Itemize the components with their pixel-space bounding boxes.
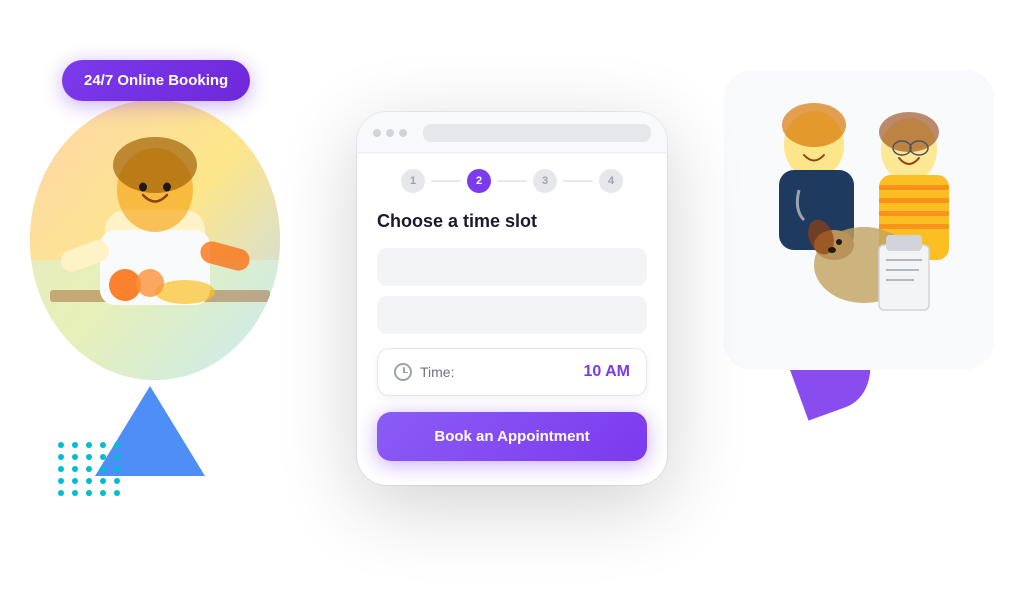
step-4: 4	[599, 169, 623, 193]
phone-dots	[373, 129, 407, 137]
step-line-1	[431, 180, 461, 182]
step-1: 1	[401, 169, 425, 193]
phone-mockup: 1 2 3 4 Choose a time slot Tim	[357, 112, 667, 485]
step-3: 3	[533, 169, 557, 193]
step-line-3	[563, 180, 593, 182]
clock-icon	[394, 363, 412, 381]
phone-content: Choose a time slot Time: 10 AM	[357, 203, 667, 396]
step-2: 2	[467, 169, 491, 193]
phone-dot-3	[399, 129, 407, 137]
time-display-box: Time: 10 AM	[377, 348, 647, 396]
photo-right	[724, 70, 994, 370]
choose-slot-title: Choose a time slot	[377, 211, 647, 232]
badge-label: 24/7 Online Booking	[84, 72, 228, 89]
dots-left-icon	[58, 442, 122, 496]
photo-left	[30, 100, 280, 380]
time-value: 10 AM	[583, 363, 630, 381]
phone-top-bar	[357, 112, 667, 153]
time-label-text: Time:	[420, 364, 454, 380]
step-line-2	[497, 180, 527, 182]
slot-option-2[interactable]	[377, 296, 647, 334]
slot-option-1[interactable]	[377, 248, 647, 286]
progress-steps: 1 2 3 4	[357, 153, 667, 203]
address-bar	[423, 124, 651, 142]
phone-dot-1	[373, 129, 381, 137]
book-appointment-button[interactable]: Book an Appointment	[377, 412, 647, 461]
phone-dot-2	[386, 129, 394, 137]
online-booking-badge: 24/7 Online Booking	[62, 60, 250, 101]
time-label: Time:	[394, 363, 454, 381]
scene: 24/7 Online Booking 1 2 3	[0, 0, 1024, 596]
